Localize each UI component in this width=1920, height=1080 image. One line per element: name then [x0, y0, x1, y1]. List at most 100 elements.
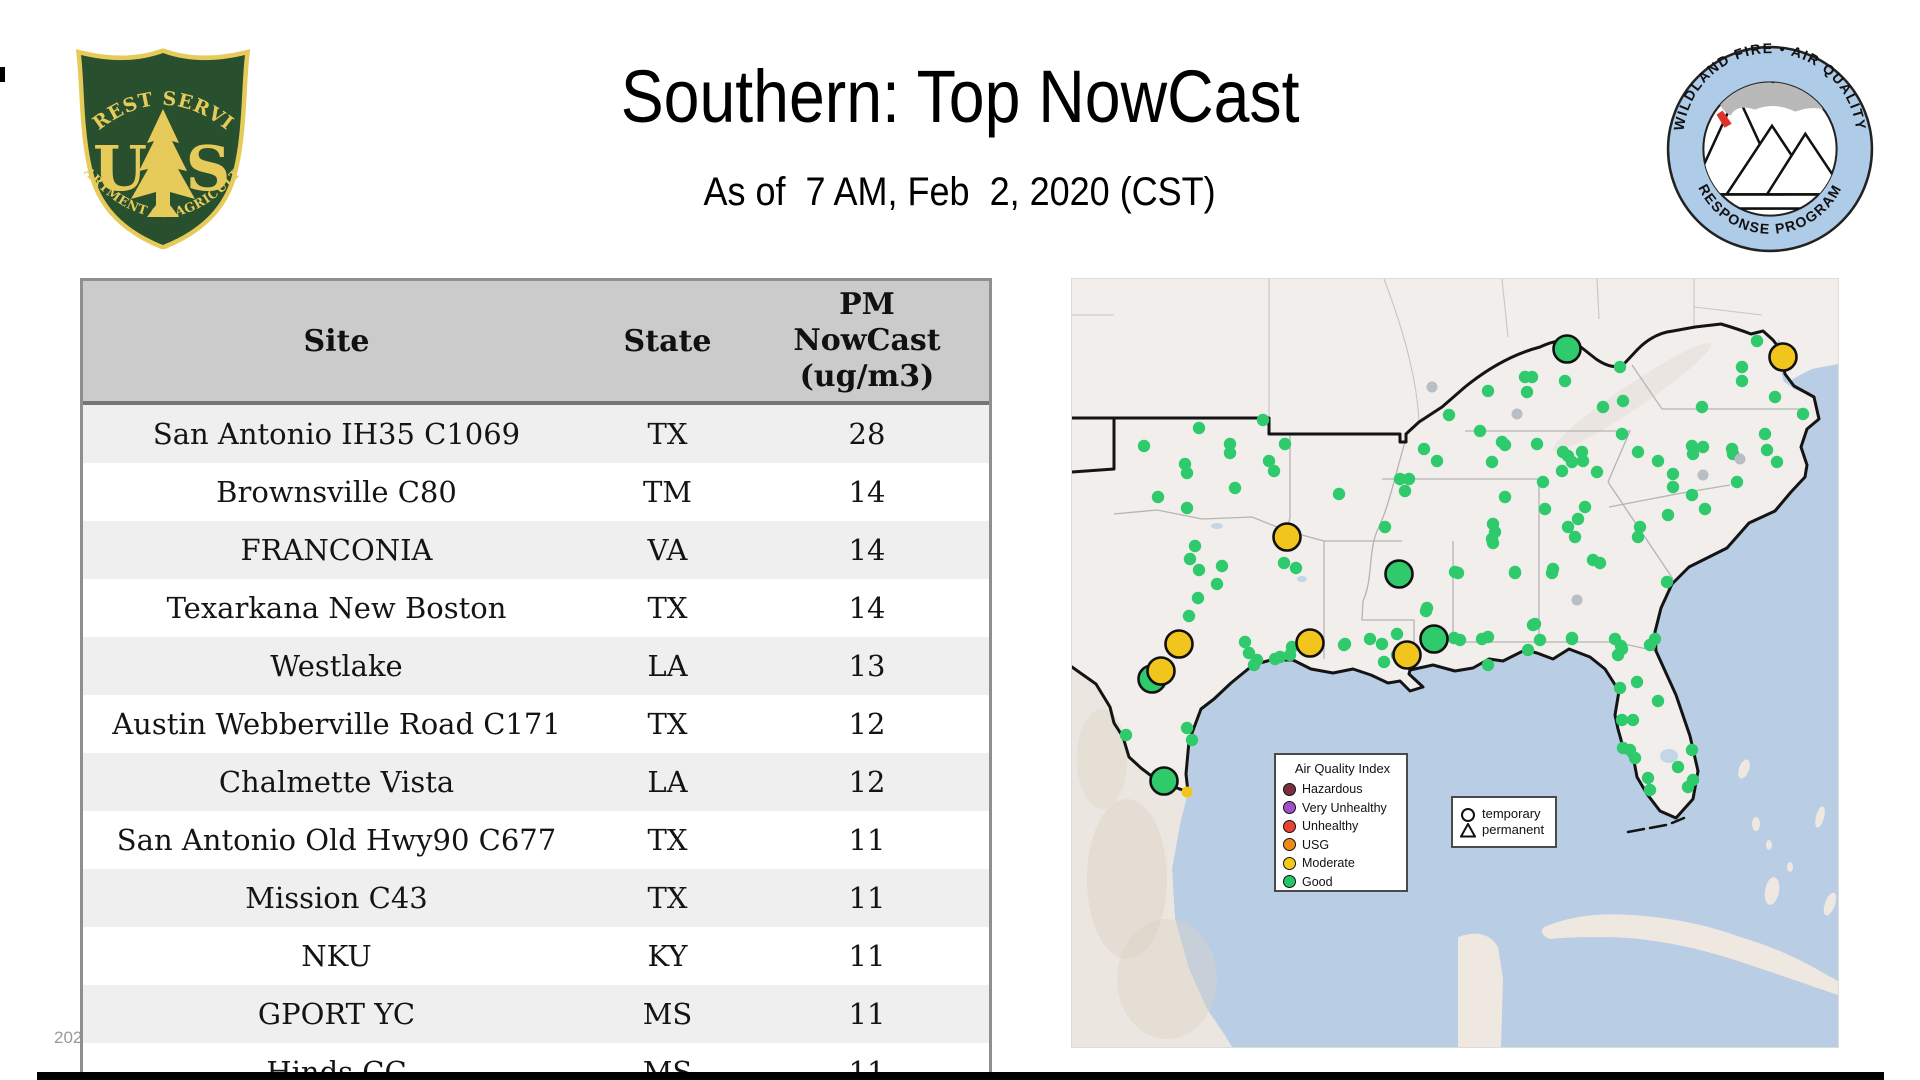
table-row: NKU KY 11: [83, 927, 989, 985]
monitor-dot-good: [1661, 508, 1675, 522]
monitor-dot-good: [1696, 440, 1710, 454]
cell-site: Texarkana New Boston: [166, 591, 507, 625]
monitor-dot-good: [1590, 465, 1604, 479]
monitor-dot-good: [1210, 577, 1224, 591]
monitor-dot-good: [1191, 591, 1205, 605]
monitor-dot-good: [1528, 617, 1542, 631]
cell-pm-value: 12: [848, 765, 886, 799]
timestamp-fragment: 202: [54, 1028, 83, 1047]
monitor-dot-good: [1576, 454, 1590, 468]
cell-pm-value: 11: [848, 939, 886, 973]
monitor-dot-good: [1615, 713, 1629, 727]
top-site-marker-moderate: [1164, 629, 1194, 659]
monitor-dot-good: [1185, 733, 1199, 747]
cell-pm-value: 12: [848, 707, 886, 741]
monitor-dot-good: [1289, 561, 1303, 575]
monitor-dot-good: [1485, 532, 1499, 546]
monitor-dot-good: [1565, 632, 1579, 646]
cell-state: TX: [647, 417, 688, 451]
monitor-dot-good: [1533, 633, 1547, 647]
monitor-dot-good: [1630, 675, 1644, 689]
monitor-dot-good: [1666, 480, 1680, 494]
cell-site: NKU: [301, 939, 372, 973]
monitor-dot-good: [1660, 575, 1674, 589]
monitor-dot-good: [1611, 648, 1625, 662]
monitor-dot-good: [1481, 384, 1495, 398]
monitor-dot-good: [1770, 455, 1784, 469]
aqi-legend-item: Unhealthy: [1283, 817, 1406, 836]
monitor-dot-good: [1685, 743, 1699, 757]
temporary-label: temporary: [1482, 806, 1541, 821]
table-body: San Antonio IH35 C1069 TX 28 Brownsville C8…: [83, 405, 989, 1077]
pm-header-line: PM: [839, 287, 895, 322]
aqi-color-swatch: [1283, 856, 1296, 870]
column-header-pm-nowcast: PM NowCast (ug/m3): [745, 287, 989, 395]
monitor-dot-good: [1596, 400, 1610, 414]
monitor-dot-good: [1267, 464, 1281, 478]
cell-site: San Antonio Old Hwy90 C677: [116, 823, 557, 857]
monitor-dot-good: [1643, 783, 1657, 797]
monitor-dot-good: [1643, 638, 1657, 652]
cell-pm-value: 13: [848, 649, 886, 683]
aqi-legend-label: Very Unhealthy: [1302, 800, 1387, 815]
monitor-dot-good: [1448, 565, 1462, 579]
monitor-dot-inactive: [1697, 469, 1709, 481]
monitor-dot-good: [1521, 643, 1535, 657]
monitor-dot-good: [1613, 360, 1627, 374]
monitor-dot-good: [1417, 442, 1431, 456]
monitor-dot-good: [1182, 609, 1196, 623]
cell-pm-value: 14: [848, 591, 886, 625]
permanent-triangle-icon: [1460, 822, 1476, 837]
cell-pm-value: 11: [848, 881, 886, 915]
monitor-dot-good: [1453, 633, 1467, 647]
aqi-legend-label: Unhealthy: [1302, 819, 1359, 834]
monitor-dot-good: [1338, 637, 1352, 651]
aqi-color-swatch: [1283, 801, 1296, 815]
monitor-dot-good: [1228, 481, 1242, 495]
monitor-dot-good: [1378, 520, 1392, 534]
monitor-dot-inactive: [1571, 594, 1583, 606]
forest-service-logo: FOREST SERVICE U S DEPARTMENT OF AGRICUL…: [67, 47, 251, 249]
top-site-marker-moderate: [1146, 656, 1176, 686]
aqi-legend-item: Very Unhealthy: [1283, 799, 1406, 818]
monitor-dot-good: [1750, 334, 1764, 348]
cell-pm-value: 11: [848, 823, 886, 857]
cell-state: TM: [642, 475, 693, 509]
aqi-legend-label: USG: [1302, 837, 1330, 852]
monitor-dot-good: [1430, 454, 1444, 468]
monitor-dot-good: [1278, 437, 1292, 451]
monitor-dot-inactive: [1426, 381, 1438, 393]
monitor-dot-good: [1530, 437, 1544, 451]
cell-state: LA: [647, 765, 688, 799]
map-canvas: [1072, 279, 1838, 1047]
top-site-marker-good: [1552, 334, 1582, 364]
monitor-dot-good: [1498, 438, 1512, 452]
lake-okeechobee: [1660, 749, 1678, 763]
cell-site: FRANCONIA: [240, 533, 433, 567]
slide: FOREST SERVICE U S DEPARTMENT OF AGRICUL…: [0, 0, 1920, 1080]
monitor-dot-good: [1420, 601, 1434, 615]
aqi-color-swatch: [1283, 838, 1296, 852]
monitor-dot-good: [1758, 427, 1772, 441]
column-header-state: State: [623, 323, 712, 359]
page-title: Southern: Top NowCast: [620, 55, 1300, 138]
aqi-legend-item: USG: [1283, 836, 1406, 855]
aqi-color-swatch: [1283, 819, 1296, 833]
cell-pm-value: 11: [848, 997, 886, 1031]
column-header-site: Site: [303, 323, 370, 359]
monitor-dot-good: [1180, 466, 1194, 480]
aqi-legend-label: Good: [1302, 874, 1333, 889]
monitor-dot-good: [1685, 488, 1699, 502]
monitor-dot-good: [1180, 501, 1194, 515]
table-row: Brownsville C80 TM 14: [83, 463, 989, 521]
monitor-dot-good: [1475, 632, 1489, 646]
monitor-dot-good: [1571, 512, 1585, 526]
cell-site: GPORT YC: [257, 997, 416, 1031]
monitor-dot-good: [1671, 760, 1685, 774]
monitor-dot-inactive: [1734, 453, 1746, 465]
cell-state: TX: [647, 707, 688, 741]
monitor-dot-good: [1666, 467, 1680, 481]
aqi-map: Air Quality Index Hazardous Very Unhealth…: [1071, 278, 1839, 1048]
monitor-dot-good: [1735, 374, 1749, 388]
monitor-dot-good: [1536, 475, 1550, 489]
